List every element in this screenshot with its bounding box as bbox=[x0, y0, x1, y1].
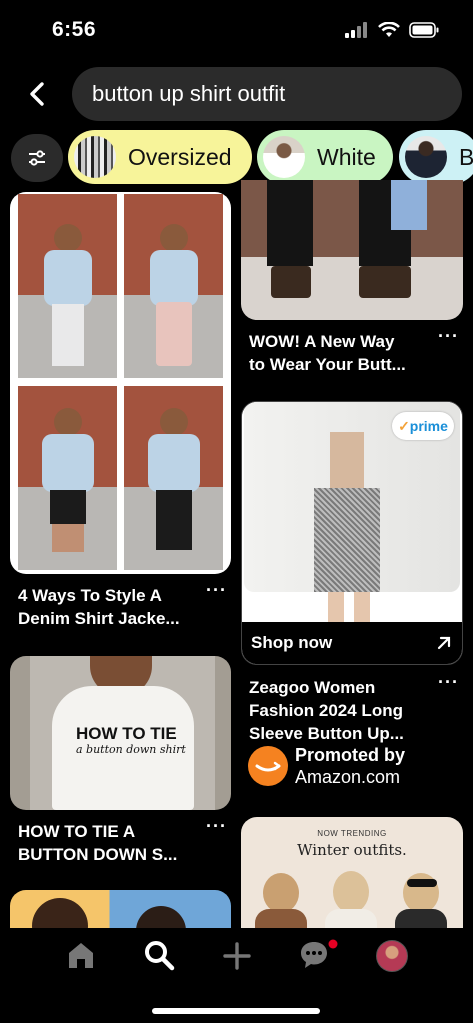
messages-icon[interactable] bbox=[298, 938, 338, 972]
more-options-icon[interactable]: ··· bbox=[438, 326, 459, 347]
pin-image bbox=[267, 180, 313, 266]
chip-white[interactable]: White bbox=[257, 130, 393, 184]
home-icon[interactable] bbox=[66, 940, 96, 970]
chip-oversized[interactable]: Oversized bbox=[68, 130, 252, 184]
pin-title-tie[interactable]: HOW TO TIE A BUTTON DOWN S... bbox=[18, 820, 208, 866]
pin-wow[interactable] bbox=[241, 180, 463, 320]
battery-icon bbox=[409, 22, 439, 38]
search-query-text: button up shirt outfit bbox=[92, 81, 286, 106]
home-indicator bbox=[152, 1008, 320, 1014]
pin-title-amazon[interactable]: Zeagoo Women Fashion 2024 Long Sleeve Bu… bbox=[249, 676, 439, 745]
back-arrow-icon[interactable] bbox=[24, 80, 52, 108]
wifi-icon bbox=[378, 22, 400, 37]
pin-title-denim[interactable]: 4 Ways To Style A Denim Shirt Jacke... bbox=[18, 584, 208, 630]
status-icons bbox=[345, 22, 439, 38]
filter-button[interactable] bbox=[11, 134, 63, 182]
status-time: 6:56 bbox=[52, 18, 97, 41]
promoted-by-label: Promoted by bbox=[295, 745, 406, 765]
shop-now-label: Shop now bbox=[251, 633, 333, 652]
pin-how-to-tie[interactable]: HOW TO TIE a button down shirt bbox=[10, 656, 231, 810]
pin-denim-collage[interactable] bbox=[10, 192, 231, 574]
pin-image bbox=[124, 194, 223, 378]
chip-label: White bbox=[317, 143, 376, 170]
pin-image bbox=[18, 386, 117, 570]
pin-image bbox=[124, 386, 223, 570]
chip-label: Oversized bbox=[128, 143, 232, 170]
chip-b[interactable]: B bbox=[399, 130, 473, 184]
pin-amazon-ad[interactable]: ✓ prime Shop now bbox=[241, 401, 463, 665]
pin-overlay-heading: HOW TO TIE bbox=[76, 724, 177, 743]
chip-thumbnail bbox=[405, 136, 447, 178]
notification-dot bbox=[328, 939, 338, 949]
chip-thumbnail bbox=[263, 136, 305, 178]
pin-kicker: NOW TRENDING bbox=[317, 829, 387, 838]
promoted-by-block[interactable]: Promoted by Amazon.com bbox=[295, 744, 405, 788]
shop-now-bar[interactable]: Shop now bbox=[242, 622, 462, 664]
more-options-icon[interactable]: ··· bbox=[206, 580, 227, 601]
chip-thumbnail bbox=[74, 136, 116, 178]
chip-label: B bbox=[459, 143, 473, 170]
external-link-arrow-icon bbox=[437, 636, 451, 650]
pin-image bbox=[18, 194, 117, 378]
more-options-icon[interactable]: ··· bbox=[438, 672, 459, 693]
more-options-icon[interactable]: ··· bbox=[206, 816, 227, 837]
profile-avatar[interactable] bbox=[376, 940, 408, 972]
amazon-logo-icon[interactable] bbox=[248, 746, 288, 786]
create-plus-icon[interactable] bbox=[222, 941, 252, 971]
pin-title-wow[interactable]: WOW! A New Way to Wear Your Butt... bbox=[249, 330, 439, 376]
search-input[interactable]: button up shirt outfit bbox=[72, 67, 462, 121]
search-icon[interactable] bbox=[143, 939, 175, 971]
pin-headline: Winter outfits. bbox=[297, 841, 407, 859]
promoter-name: Amazon.com bbox=[295, 767, 401, 787]
sliders-icon bbox=[29, 150, 45, 166]
pin-overlay-subheading: a button down shirt bbox=[76, 743, 186, 756]
cellular-signal-icon bbox=[345, 22, 367, 38]
prime-badge: ✓ prime bbox=[392, 412, 454, 440]
